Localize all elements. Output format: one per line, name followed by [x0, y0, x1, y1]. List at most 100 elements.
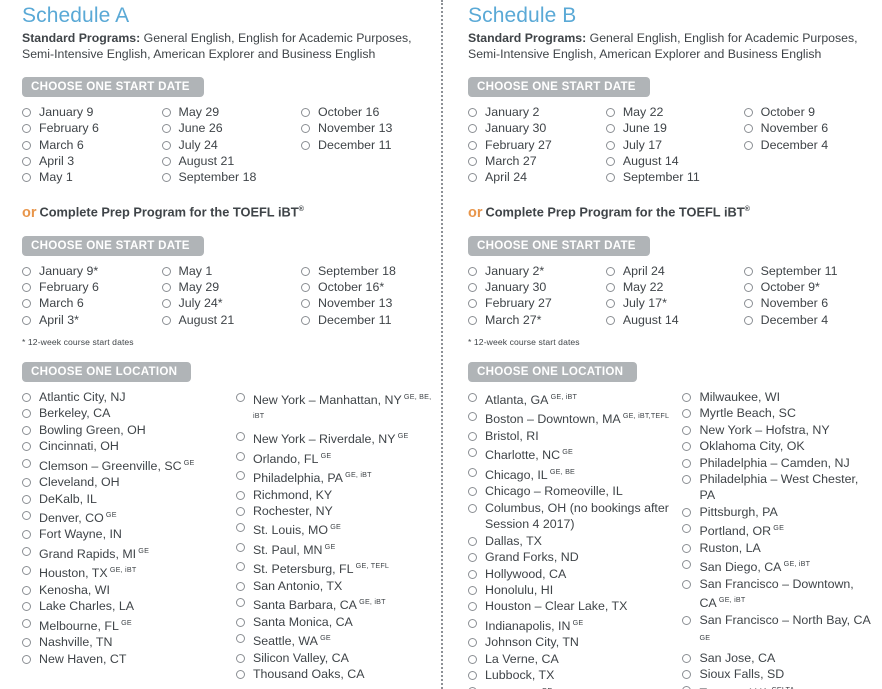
- radio-button-icon[interactable]: [682, 409, 692, 419]
- location-option[interactable]: Richmond, KY: [235, 487, 433, 503]
- start-date-option[interactable]: December 4: [743, 137, 874, 153]
- radio-button-icon[interactable]: [468, 553, 477, 563]
- radio-button-icon[interactable]: [468, 108, 477, 117]
- radio-button-icon[interactable]: [468, 266, 477, 276]
- start-date-option[interactable]: July 24: [161, 137, 302, 153]
- radio-button-icon[interactable]: [743, 124, 753, 134]
- start-date-option[interactable]: April 24: [468, 169, 606, 185]
- location-option[interactable]: La Verne, CA: [468, 651, 682, 667]
- start-date-option[interactable]: January 30: [468, 279, 606, 295]
- radio-button-icon[interactable]: [605, 140, 615, 150]
- location-option[interactable]: Tacoma, WA CELTA: [682, 682, 874, 689]
- start-date-option[interactable]: March 6: [22, 137, 162, 153]
- location-option[interactable]: Charlotte, NC GE: [468, 444, 682, 464]
- location-option[interactable]: Ruston, LA: [682, 540, 874, 556]
- radio-button-icon[interactable]: [22, 156, 31, 166]
- location-option[interactable]: Pittsburgh, PA: [682, 504, 874, 520]
- radio-button-icon[interactable]: [22, 124, 31, 134]
- start-date-option[interactable]: November 13: [301, 295, 433, 311]
- radio-button-icon[interactable]: [468, 585, 477, 595]
- location-option[interactable]: Rochester, NY: [235, 503, 433, 519]
- location-option[interactable]: Hollywood, CA: [468, 566, 682, 582]
- location-option[interactable]: New York – Manhattan, NY GE, BE, iBT: [235, 389, 433, 428]
- location-option[interactable]: San Diego, CA GE, iBT: [682, 556, 874, 576]
- radio-button-icon[interactable]: [682, 524, 692, 534]
- radio-button-icon[interactable]: [468, 602, 477, 612]
- radio-button-icon[interactable]: [301, 283, 311, 293]
- location-option[interactable]: Houston – Clear Lake, TX: [468, 598, 682, 614]
- radio-button-icon[interactable]: [468, 536, 477, 546]
- start-date-option[interactable]: March 27*: [468, 312, 606, 328]
- radio-button-icon[interactable]: [468, 140, 477, 150]
- location-option[interactable]: Sioux Falls, SD: [682, 666, 874, 682]
- location-option[interactable]: Grand Rapids, MI GE: [22, 543, 236, 563]
- radio-button-icon[interactable]: [235, 451, 245, 461]
- radio-button-icon[interactable]: [682, 669, 692, 679]
- radio-button-icon[interactable]: [22, 140, 31, 150]
- radio-button-icon[interactable]: [682, 579, 692, 589]
- start-date-option[interactable]: August 14: [605, 312, 744, 328]
- radio-button-icon[interactable]: [682, 458, 692, 468]
- start-date-option[interactable]: January 2: [468, 104, 606, 120]
- location-option[interactable]: Johnson City, TN: [468, 634, 682, 650]
- start-date-option[interactable]: January 9: [22, 104, 162, 120]
- radio-button-icon[interactable]: [22, 618, 31, 628]
- start-date-option[interactable]: August 21: [161, 153, 302, 169]
- location-option[interactable]: Milwaukee, WI: [682, 389, 874, 405]
- radio-button-icon[interactable]: [235, 392, 245, 402]
- location-option[interactable]: Lake Charles, LA: [22, 598, 236, 614]
- radio-button-icon[interactable]: [682, 474, 692, 484]
- radio-button-icon[interactable]: [22, 458, 31, 468]
- location-option[interactable]: Portland, OR GE: [682, 520, 874, 540]
- location-option[interactable]: DeKalb, IL: [22, 491, 236, 507]
- location-option[interactable]: Columbus, OH (no bookings after Session …: [468, 500, 682, 533]
- radio-button-icon[interactable]: [605, 156, 615, 166]
- location-option[interactable]: Grand Forks, ND: [468, 549, 682, 565]
- location-option[interactable]: Denver, CO GE: [22, 507, 236, 527]
- start-date-option[interactable]: March 6: [22, 295, 162, 311]
- location-option[interactable]: Thousand Oaks, CA: [235, 666, 433, 682]
- location-option[interactable]: Cincinnati, OH: [22, 438, 236, 454]
- radio-button-icon[interactable]: [468, 671, 477, 681]
- location-option[interactable]: Dallas, TX: [468, 533, 682, 549]
- radio-button-icon[interactable]: [22, 442, 31, 452]
- start-date-option[interactable]: September 18: [161, 169, 302, 185]
- radio-button-icon[interactable]: [22, 478, 31, 488]
- radio-button-icon[interactable]: [22, 315, 31, 325]
- radio-button-icon[interactable]: [22, 392, 31, 402]
- location-option[interactable]: Houston, TX GE, iBT: [22, 562, 236, 582]
- location-option[interactable]: Cleveland, OH: [22, 474, 236, 490]
- start-date-option[interactable]: November 6: [743, 120, 874, 136]
- location-option[interactable]: Silicon Valley, CA: [235, 650, 433, 666]
- location-option[interactable]: Honolulu, HI: [468, 582, 682, 598]
- radio-button-icon[interactable]: [22, 425, 31, 435]
- start-date-option[interactable]: February 6: [22, 120, 162, 136]
- radio-button-icon[interactable]: [235, 582, 245, 591]
- start-date-option[interactable]: February 27: [468, 295, 606, 311]
- radio-button-icon[interactable]: [22, 530, 31, 540]
- location-option[interactable]: Berkeley, CA: [22, 405, 236, 421]
- start-date-option[interactable]: November 6: [743, 295, 874, 311]
- radio-button-icon[interactable]: [605, 108, 615, 117]
- location-option[interactable]: Clemson – Greenville, SC GE: [22, 455, 236, 475]
- location-option[interactable]: Bristol, RI: [468, 428, 682, 444]
- radio-button-icon[interactable]: [161, 315, 171, 325]
- start-date-option[interactable]: May 1: [22, 169, 162, 185]
- radio-button-icon[interactable]: [22, 108, 31, 117]
- location-option[interactable]: San Jose, CA: [682, 650, 874, 666]
- start-date-option[interactable]: May 22: [605, 104, 744, 120]
- radio-button-icon[interactable]: [301, 299, 311, 309]
- location-option[interactable]: Santa Barbara, CA GE, iBT: [235, 594, 433, 614]
- radio-button-icon[interactable]: [301, 124, 311, 134]
- location-option[interactable]: Atlantic City, NJ: [22, 389, 236, 405]
- radio-button-icon[interactable]: [235, 617, 245, 627]
- radio-button-icon[interactable]: [161, 140, 171, 150]
- radio-button-icon[interactable]: [161, 266, 171, 276]
- radio-button-icon[interactable]: [605, 315, 615, 325]
- radio-button-icon[interactable]: [301, 108, 311, 117]
- radio-button-icon[interactable]: [301, 266, 311, 276]
- radio-button-icon[interactable]: [22, 638, 31, 648]
- radio-button-icon[interactable]: [161, 124, 171, 134]
- start-date-option[interactable]: September 11: [605, 169, 744, 185]
- start-date-option[interactable]: July 17*: [605, 295, 744, 311]
